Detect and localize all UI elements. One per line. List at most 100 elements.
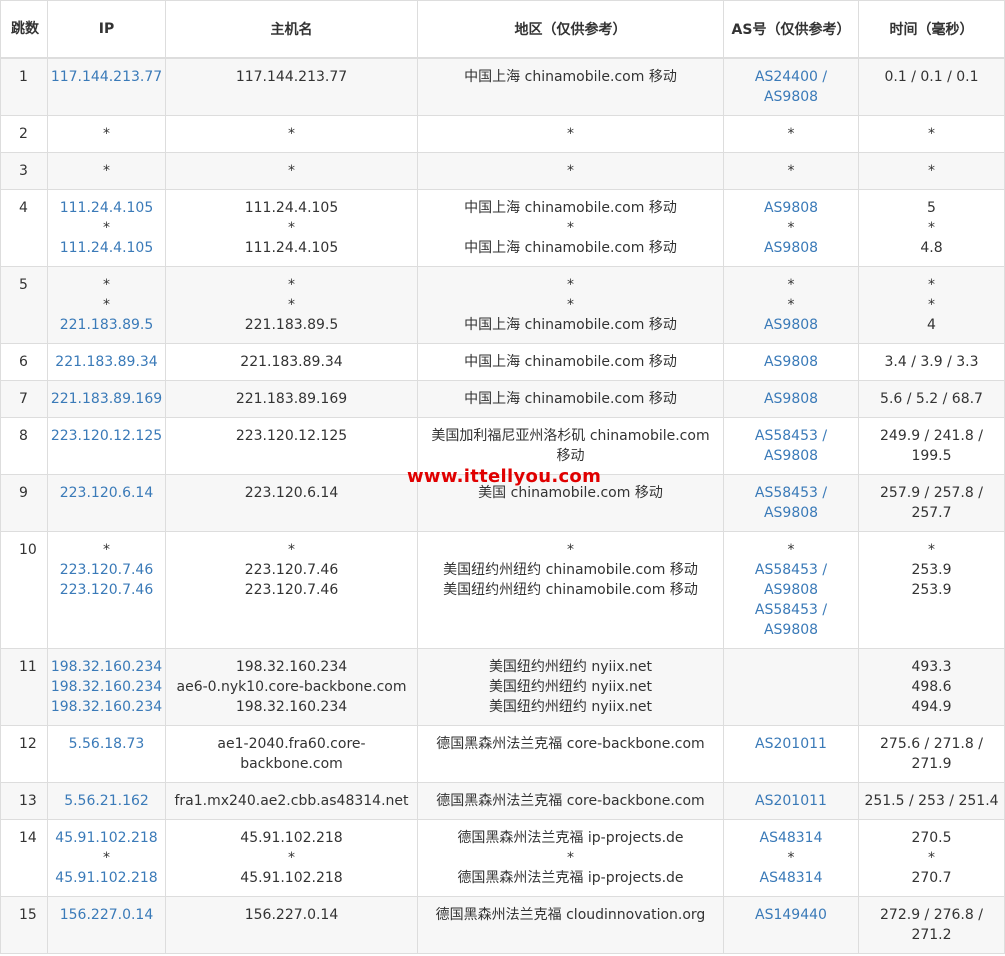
ip-link[interactable]: 198.32.160.234 xyxy=(48,657,165,677)
as-link[interactable]: AS9808 xyxy=(724,87,858,107)
time-cell: 0.1 / 0.1 / 0.1 xyxy=(858,57,1005,116)
as-link[interactable]: AS48314 xyxy=(724,828,858,848)
ip-text: * xyxy=(103,220,110,236)
time-cell: * 253.9 253.9 xyxy=(858,531,1005,649)
watermark-text: www.ittellyou.com xyxy=(407,466,602,487)
table-row: 11 198.32.160.234 198.32.160.234 198.32.160… xyxy=(0,648,1005,726)
as-link[interactable]: AS58453 / xyxy=(724,560,858,580)
as-link[interactable]: AS9808 xyxy=(724,503,858,523)
time-text: 271.2 xyxy=(911,927,952,943)
ip-link[interactable]: 5.56.18.73 xyxy=(48,734,165,754)
region-cell: * * 中国上海 chinamobile.com 移动 xyxy=(417,266,724,344)
time-text: 272.9 / 276.8 / xyxy=(880,907,983,923)
host-text: * xyxy=(288,297,295,313)
as-text: * xyxy=(787,850,795,866)
as-link[interactable]: AS9808 xyxy=(724,198,858,218)
region-cell: * xyxy=(417,152,724,190)
as-cell: * xyxy=(723,115,859,153)
time-text: 253.9 xyxy=(911,582,952,598)
time-text: 253.9 xyxy=(911,562,952,578)
hop-number: 1 xyxy=(0,57,48,116)
host-text: backbone.com xyxy=(240,756,343,772)
ip-link[interactable]: 45.91.102.218 xyxy=(48,868,165,888)
table-row: 2 * * * * * xyxy=(0,115,1005,153)
as-link[interactable]: AS9808 xyxy=(724,446,858,466)
region-text: 美国纽约州纽约 chinamobile.com 移动 xyxy=(443,582,698,598)
host-text: 221.183.89.34 xyxy=(240,354,343,370)
as-text: * xyxy=(787,297,795,313)
hop-number: 3 xyxy=(0,152,48,190)
time-text: 3.4 / 3.9 / 3.3 xyxy=(884,354,979,370)
host-text: 221.183.89.5 xyxy=(244,317,339,333)
hostname-cell: ae1-2040.fra60.core-backbone.com xyxy=(165,725,418,783)
region-text: 中国上海 chinamobile.com 移动 xyxy=(464,200,677,216)
ip-link[interactable]: 156.227.0.14 xyxy=(48,905,165,925)
as-text: * xyxy=(787,277,795,293)
ip-cell: 156.227.0.14 xyxy=(47,896,166,954)
hop-number: 5 xyxy=(0,266,48,344)
time-text: * xyxy=(928,542,935,558)
region-cell: * xyxy=(417,115,724,153)
as-link[interactable]: AS9808 xyxy=(724,580,858,600)
as-link[interactable]: AS9808 xyxy=(724,352,858,372)
hostname-cell: 156.227.0.14 xyxy=(165,896,418,954)
region-text: 移动 xyxy=(556,448,585,464)
table-row: 5 * * 221.183.89.5 * * 221.183.89.5 * * 中国上海 chin… xyxy=(0,266,1005,344)
region-text: 美国纽约州纽约 nyiix.net xyxy=(488,659,653,675)
region-cell: 中国上海 chinamobile.com 移动 xyxy=(417,380,724,418)
ip-link[interactable]: 223.120.12.125 xyxy=(48,426,165,446)
hostname-cell: 111.24.4.105 * 111.24.4.105 xyxy=(165,189,418,267)
time-text: 251.5 / 253 / 251.4 xyxy=(864,793,999,809)
ip-link[interactable]: 198.32.160.234 xyxy=(48,677,165,697)
as-link[interactable]: AS9808 xyxy=(724,389,858,409)
as-link[interactable]: AS9808 xyxy=(724,238,858,258)
time-cell: * xyxy=(858,152,1005,190)
time-cell: * * 4 xyxy=(858,266,1005,344)
as-link[interactable]: AS201011 xyxy=(724,734,858,754)
as-link[interactable]: AS48314 xyxy=(724,868,858,888)
region-text: 德国黑森州法兰克福 cloudinnovation.org xyxy=(435,907,706,923)
ip-link[interactable]: 221.183.89.169 xyxy=(48,389,165,409)
ip-link[interactable]: 117.144.213.77 xyxy=(48,67,165,87)
host-text: * xyxy=(288,163,295,179)
ip-link[interactable]: 223.120.6.14 xyxy=(48,483,165,503)
as-link[interactable]: AS9808 xyxy=(724,620,858,640)
header-hostname: 主机名 xyxy=(165,0,418,59)
ip-cell: * * 221.183.89.5 xyxy=(47,266,166,344)
as-cell: AS9808 xyxy=(723,343,859,381)
time-text: * xyxy=(928,277,935,293)
ip-link[interactable]: 223.120.7.46 xyxy=(48,560,165,580)
host-text: * xyxy=(288,126,295,142)
region-cell: 德国黑森州法兰克福 ip-projects.de * 德国黑森州法兰克福 ip-pr… xyxy=(417,819,724,897)
host-text: 223.120.12.125 xyxy=(235,428,348,444)
hop-number: 4 xyxy=(0,189,48,267)
as-link[interactable]: AS149440 xyxy=(724,905,858,925)
hop-number: 9 xyxy=(0,474,48,532)
as-link[interactable]: AS24400 / xyxy=(724,67,858,87)
time-text: 0.1 / 0.1 / 0.1 xyxy=(884,69,979,85)
hop-number: 6 xyxy=(0,343,48,381)
header-ip: IP xyxy=(47,0,166,59)
as-link[interactable]: AS201011 xyxy=(724,791,858,811)
ip-link[interactable]: 5.56.21.162 xyxy=(48,791,165,811)
time-text: * xyxy=(928,163,935,179)
table-row: 15 156.227.0.14 156.227.0.14 德国黑森州法兰克福 clou… xyxy=(0,896,1005,954)
ip-link[interactable]: 221.183.89.5 xyxy=(48,315,165,335)
as-link[interactable]: AS58453 / xyxy=(724,426,858,446)
hostname-cell: * xyxy=(165,115,418,153)
ip-link[interactable]: 111.24.4.105 xyxy=(48,198,165,218)
as-link[interactable]: AS58453 / xyxy=(724,600,858,620)
ip-link[interactable]: 198.32.160.234 xyxy=(48,697,165,717)
ip-link[interactable]: 111.24.4.105 xyxy=(48,238,165,258)
as-link[interactable]: AS58453 / xyxy=(724,483,858,503)
as-cell: AS24400 /AS9808 xyxy=(723,57,859,116)
hostname-cell: 223.120.6.14 xyxy=(165,474,418,532)
region-text: * xyxy=(567,277,574,293)
as-cell: AS201011 xyxy=(723,725,859,783)
ip-link[interactable]: 45.91.102.218 xyxy=(48,828,165,848)
ip-link[interactable]: 221.183.89.34 xyxy=(48,352,165,372)
ip-cell: 5.56.18.73 xyxy=(47,725,166,783)
as-link[interactable]: AS9808 xyxy=(724,315,858,335)
ip-link[interactable]: 223.120.7.46 xyxy=(48,580,165,600)
ip-text: * xyxy=(103,542,110,558)
